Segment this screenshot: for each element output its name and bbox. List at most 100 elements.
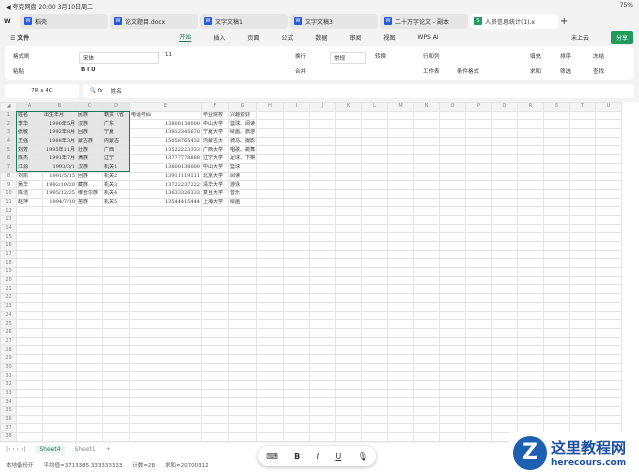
cell[interactable]: 毕业院校 bbox=[201, 110, 229, 121]
cell[interactable] bbox=[387, 232, 415, 242]
cell[interactable] bbox=[76, 423, 103, 434]
cell[interactable] bbox=[227, 232, 258, 242]
cell[interactable] bbox=[465, 119, 493, 130]
cell[interactable] bbox=[465, 249, 493, 260]
cell[interactable] bbox=[361, 154, 389, 164]
cell[interactable] bbox=[335, 267, 363, 277]
cell[interactable] bbox=[102, 406, 130, 416]
row-header[interactable]: 6 bbox=[0, 154, 17, 164]
cell[interactable] bbox=[283, 110, 311, 121]
cell[interactable] bbox=[76, 353, 103, 364]
cell[interactable] bbox=[283, 223, 311, 234]
cell[interactable] bbox=[543, 397, 571, 408]
menu-tab-7[interactable]: WPS AI bbox=[417, 34, 438, 41]
cell[interactable] bbox=[465, 267, 493, 277]
cell[interactable] bbox=[387, 128, 415, 138]
cell[interactable] bbox=[76, 388, 103, 399]
tab-1[interactable]: W 论文题目.docx bbox=[110, 13, 198, 29]
cell[interactable] bbox=[517, 128, 545, 138]
cell[interactable]: 苗族 bbox=[76, 197, 103, 208]
cell[interactable] bbox=[413, 414, 441, 425]
cell[interactable] bbox=[543, 136, 571, 147]
cell[interactable] bbox=[465, 180, 493, 190]
cell[interactable] bbox=[543, 336, 571, 347]
cell[interactable] bbox=[361, 310, 389, 321]
row-header[interactable]: 3 bbox=[0, 128, 17, 138]
cell[interactable] bbox=[517, 136, 545, 147]
cell[interactable] bbox=[387, 145, 415, 156]
cell[interactable] bbox=[283, 154, 311, 164]
cell[interactable] bbox=[335, 388, 363, 399]
cell[interactable] bbox=[387, 275, 415, 286]
cell[interactable] bbox=[439, 241, 467, 251]
cell[interactable] bbox=[201, 223, 229, 234]
cell[interactable] bbox=[439, 371, 467, 381]
cell[interactable] bbox=[309, 206, 337, 216]
cell[interactable] bbox=[283, 406, 311, 416]
row-header[interactable]: 27 bbox=[0, 336, 17, 347]
cell[interactable] bbox=[309, 275, 337, 286]
cell[interactable] bbox=[256, 154, 285, 164]
cell[interactable] bbox=[543, 275, 571, 286]
cell[interactable] bbox=[569, 362, 597, 373]
cell[interactable] bbox=[42, 388, 77, 399]
cell[interactable] bbox=[491, 362, 519, 373]
underline-button[interactable]: U bbox=[335, 452, 341, 461]
convert-button[interactable]: 转换 bbox=[375, 52, 386, 60]
cell[interactable] bbox=[439, 397, 467, 408]
cell[interactable] bbox=[413, 241, 441, 251]
cell[interactable] bbox=[543, 310, 571, 321]
cell[interactable] bbox=[227, 423, 258, 434]
cell[interactable] bbox=[16, 380, 43, 390]
cell[interactable] bbox=[491, 275, 519, 286]
column-header[interactable]: S bbox=[543, 102, 571, 112]
cell[interactable] bbox=[227, 267, 258, 277]
cell[interactable] bbox=[42, 371, 77, 381]
cell[interactable] bbox=[16, 206, 43, 216]
cell[interactable] bbox=[387, 319, 415, 329]
cell[interactable] bbox=[42, 275, 77, 286]
cell[interactable] bbox=[201, 267, 229, 277]
cell[interactable] bbox=[413, 310, 441, 321]
cell[interactable] bbox=[569, 110, 597, 121]
cell[interactable] bbox=[201, 275, 229, 286]
cell[interactable] bbox=[517, 232, 545, 242]
cell[interactable] bbox=[201, 301, 229, 312]
cell[interactable]: 绘画、旅游 bbox=[227, 128, 258, 138]
cell[interactable] bbox=[256, 319, 285, 329]
cell[interactable] bbox=[256, 223, 285, 234]
cell[interactable]: 回族 bbox=[76, 128, 103, 138]
cell[interactable] bbox=[102, 293, 130, 303]
cell[interactable] bbox=[517, 371, 545, 381]
cell[interactable] bbox=[76, 223, 103, 234]
cell[interactable] bbox=[543, 380, 571, 390]
name-box[interactable]: 7R x 4C bbox=[5, 84, 79, 98]
row-header[interactable]: 37 bbox=[0, 423, 17, 434]
cell[interactable] bbox=[102, 232, 130, 242]
cell[interactable] bbox=[283, 188, 311, 199]
cell[interactable] bbox=[439, 162, 467, 173]
cell[interactable] bbox=[227, 388, 258, 399]
cell[interactable] bbox=[569, 145, 597, 156]
cell[interactable] bbox=[42, 423, 77, 434]
cell[interactable] bbox=[227, 327, 258, 338]
cell[interactable] bbox=[439, 154, 467, 164]
row-header[interactable]: 15 bbox=[0, 232, 17, 242]
row-header[interactable]: 18 bbox=[0, 258, 17, 269]
cell[interactable] bbox=[227, 406, 258, 416]
cell[interactable] bbox=[465, 232, 493, 242]
cell[interactable] bbox=[439, 232, 467, 242]
cell[interactable] bbox=[102, 345, 130, 355]
cell[interactable] bbox=[595, 206, 623, 216]
cell[interactable] bbox=[309, 388, 337, 399]
cell[interactable] bbox=[413, 406, 441, 416]
menu-tab-3[interactable]: 公式 bbox=[281, 33, 293, 42]
cell[interactable] bbox=[335, 380, 363, 390]
cell[interactable] bbox=[361, 414, 389, 425]
paste-button[interactable]: 粘贴 bbox=[13, 67, 24, 75]
cell[interactable]: 机关5 bbox=[102, 197, 130, 208]
cell[interactable] bbox=[256, 353, 285, 364]
cell[interactable] bbox=[256, 180, 285, 190]
cell[interactable] bbox=[569, 267, 597, 277]
cell[interactable] bbox=[335, 362, 363, 373]
